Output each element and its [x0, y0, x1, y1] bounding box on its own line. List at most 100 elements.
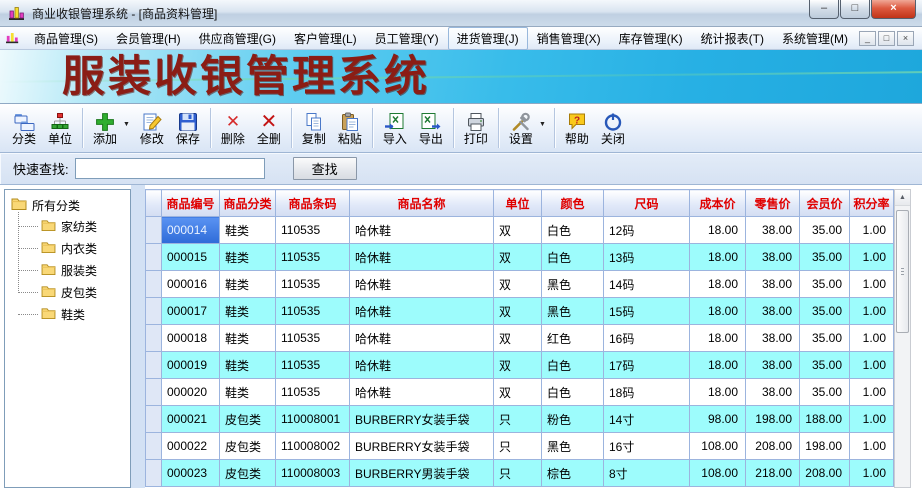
- column-header-color[interactable]: 颜色: [542, 190, 604, 217]
- cell-product-name[interactable]: 哈休鞋: [350, 217, 494, 244]
- cell-cost-price[interactable]: 18.00: [690, 325, 746, 352]
- cell-member-price[interactable]: 35.00: [800, 244, 850, 271]
- cell-points-rate[interactable]: 1.00: [850, 271, 894, 298]
- cell-category[interactable]: 鞋类: [220, 217, 276, 244]
- cell-category[interactable]: 鞋类: [220, 271, 276, 298]
- column-header-cost-price[interactable]: 成本价: [690, 190, 746, 217]
- cell-color[interactable]: 红色: [542, 325, 604, 352]
- cell-color[interactable]: 粉色: [542, 406, 604, 433]
- menu-item-purchase[interactable]: 进货管理(J): [448, 27, 528, 50]
- menu-item-system[interactable]: 系统管理(M): [773, 27, 857, 50]
- cell-product-id[interactable]: 000014: [162, 217, 220, 244]
- cell-unit[interactable]: 双: [494, 352, 542, 379]
- cell-barcode[interactable]: 110535: [276, 244, 350, 271]
- cell-category[interactable]: 皮包类: [220, 406, 276, 433]
- cell-barcode[interactable]: 110535: [276, 352, 350, 379]
- cell-category[interactable]: 鞋类: [220, 379, 276, 406]
- cell-product-id[interactable]: 000015: [162, 244, 220, 271]
- cell-member-price[interactable]: 35.00: [800, 379, 850, 406]
- cell-product-id[interactable]: 000022: [162, 433, 220, 460]
- help-button[interactable]: ?帮助: [559, 108, 595, 148]
- cell-unit[interactable]: 只: [494, 460, 542, 487]
- cell-category[interactable]: 皮包类: [220, 433, 276, 460]
- cell-retail-price[interactable]: 38.00: [746, 298, 800, 325]
- cell-member-price[interactable]: 198.00: [800, 433, 850, 460]
- cell-points-rate[interactable]: 1.00: [850, 379, 894, 406]
- cell-barcode[interactable]: 110008001: [276, 406, 350, 433]
- cell-points-rate[interactable]: 1.00: [850, 325, 894, 352]
- scrollbar-thumb[interactable]: [896, 210, 909, 333]
- cell-product-id[interactable]: 000021: [162, 406, 220, 433]
- cell-color[interactable]: 白色: [542, 352, 604, 379]
- cell-retail-price[interactable]: 38.00: [746, 271, 800, 298]
- menu-item-reports[interactable]: 统计报表(T): [692, 27, 773, 50]
- cell-product-id[interactable]: 000023: [162, 460, 220, 487]
- cell-member-price[interactable]: 35.00: [800, 271, 850, 298]
- cell-color[interactable]: 黑色: [542, 271, 604, 298]
- cell-size[interactable]: 14寸: [604, 406, 690, 433]
- cell-product-name[interactable]: 哈休鞋: [350, 298, 494, 325]
- cell-points-rate[interactable]: 1.00: [850, 298, 894, 325]
- row-indicator[interactable]: [146, 352, 162, 379]
- chevron-down-icon[interactable]: ▼: [123, 121, 130, 128]
- close-button[interactable]: 关闭: [595, 108, 631, 148]
- mdi-restore-icon[interactable]: □: [878, 31, 895, 46]
- cell-size[interactable]: 12码: [604, 217, 690, 244]
- column-header-category[interactable]: 商品分类: [220, 190, 276, 217]
- maximize-icon[interactable]: □: [840, 0, 870, 19]
- cell-member-price[interactable]: 208.00: [800, 460, 850, 487]
- cell-product-id[interactable]: 000016: [162, 271, 220, 298]
- cell-member-price[interactable]: 35.00: [800, 352, 850, 379]
- print-button[interactable]: 打印: [458, 108, 494, 148]
- column-header-product-name[interactable]: 商品名称: [350, 190, 494, 217]
- cell-unit[interactable]: 双: [494, 298, 542, 325]
- cell-color[interactable]: 棕色: [542, 460, 604, 487]
- cell-product-name[interactable]: BURBERRY女装手袋: [350, 406, 494, 433]
- cell-retail-price[interactable]: 38.00: [746, 379, 800, 406]
- cell-cost-price[interactable]: 108.00: [690, 433, 746, 460]
- cell-points-rate[interactable]: 1.00: [850, 244, 894, 271]
- menu-item-customer[interactable]: 客户管理(L): [285, 27, 366, 50]
- cell-cost-price[interactable]: 18.00: [690, 217, 746, 244]
- cell-member-price[interactable]: 35.00: [800, 298, 850, 325]
- settings-button[interactable]: 设置▼: [503, 108, 550, 148]
- cell-size[interactable]: 17码: [604, 352, 690, 379]
- edit-button[interactable]: 修改: [134, 108, 170, 148]
- cell-retail-price[interactable]: 38.00: [746, 244, 800, 271]
- menu-item-supplier[interactable]: 供应商管理(G): [190, 27, 285, 50]
- cell-product-id[interactable]: 000019: [162, 352, 220, 379]
- cell-cost-price[interactable]: 18.00: [690, 352, 746, 379]
- cell-unit[interactable]: 只: [494, 406, 542, 433]
- row-indicator[interactable]: [146, 244, 162, 271]
- cell-cost-price[interactable]: 18.00: [690, 298, 746, 325]
- column-header-unit[interactable]: 单位: [494, 190, 542, 217]
- cell-barcode[interactable]: 110535: [276, 271, 350, 298]
- cell-product-id[interactable]: 000017: [162, 298, 220, 325]
- row-indicator[interactable]: [146, 298, 162, 325]
- cell-member-price[interactable]: 35.00: [800, 217, 850, 244]
- menu-item-member[interactable]: 会员管理(H): [107, 27, 190, 50]
- row-indicator[interactable]: [146, 460, 162, 487]
- cell-product-id[interactable]: 000020: [162, 379, 220, 406]
- tree-table-splitter[interactable]: [131, 185, 145, 488]
- mdi-minimize-icon[interactable]: _: [859, 31, 876, 46]
- menu-item-staff[interactable]: 员工管理(Y): [366, 27, 448, 50]
- cell-category[interactable]: 鞋类: [220, 244, 276, 271]
- cell-member-price[interactable]: 188.00: [800, 406, 850, 433]
- cell-points-rate[interactable]: 1.00: [850, 352, 894, 379]
- cell-points-rate[interactable]: 1.00: [850, 433, 894, 460]
- cell-points-rate[interactable]: 1.00: [850, 460, 894, 487]
- export-button[interactable]: 导出: [413, 108, 449, 148]
- cell-cost-price[interactable]: 18.00: [690, 379, 746, 406]
- cell-cost-price[interactable]: 18.00: [690, 271, 746, 298]
- column-header-size[interactable]: 尺码: [604, 190, 690, 217]
- column-header-retail-price[interactable]: 零售价: [746, 190, 800, 217]
- close-icon[interactable]: ×: [871, 0, 916, 19]
- tree-item-bags[interactable]: 皮包类: [7, 281, 128, 303]
- tree-item-textile[interactable]: 家纺类: [7, 215, 128, 237]
- cell-member-price[interactable]: 35.00: [800, 325, 850, 352]
- cell-color[interactable]: 黑色: [542, 298, 604, 325]
- unit-button[interactable]: 单位: [42, 108, 78, 148]
- tree-item-underwear[interactable]: 内衣类: [7, 237, 128, 259]
- cell-unit[interactable]: 双: [494, 244, 542, 271]
